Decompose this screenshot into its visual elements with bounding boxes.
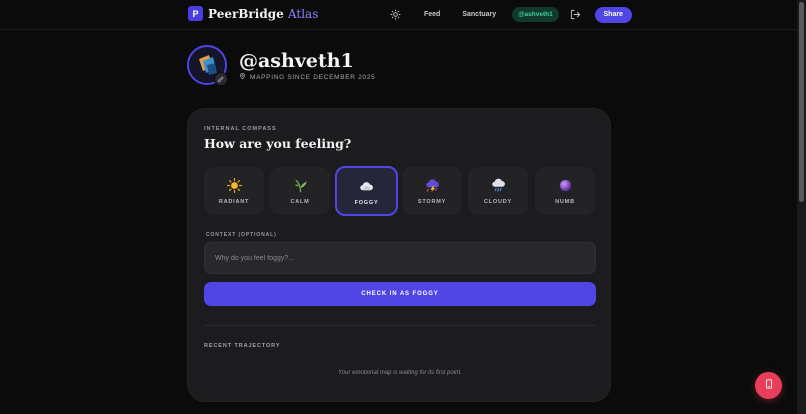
mood-foggy-button[interactable]: FOGGY: [335, 166, 398, 216]
card-title: How are you feeling?: [204, 136, 352, 151]
share-button[interactable]: Share: [594, 6, 632, 23]
mood-calm-button[interactable]: CALM: [270, 167, 330, 215]
sun-icon: [226, 178, 242, 193]
mood-label: NUMB: [555, 199, 575, 205]
mood-stormy-button[interactable]: STORMY: [402, 167, 462, 215]
context-input[interactable]: [204, 242, 596, 274]
section-divider: [204, 325, 596, 326]
top-bar: P PeerBridge Atlas Feed Sanctuary @ashve…: [0, 0, 797, 30]
nav-sanctuary-link[interactable]: Sanctuary: [462, 11, 496, 18]
check-in-button[interactable]: CHECK IN AS FOGGY: [204, 282, 596, 306]
brand-name: PeerBridge Atlas: [208, 7, 318, 21]
brand-name-primary: PeerBridge: [208, 6, 284, 21]
cloud-icon: [359, 179, 374, 194]
location-pin-icon: [239, 72, 246, 82]
purple-orb-icon: [558, 178, 573, 193]
emergency-phone-button[interactable]: [755, 372, 782, 399]
mood-label: STORMY: [417, 199, 447, 205]
rain-cloud-icon: [491, 178, 506, 193]
card-eyebrow: INTERNAL COMPASS: [204, 126, 277, 132]
mapping-since: MAPPING SINCE DECEMBER 2025: [239, 72, 375, 82]
mood-label: CALM: [290, 199, 310, 205]
mood-label: RADIANT: [218, 199, 250, 205]
mood-cloudy-button[interactable]: CLOUDY: [468, 167, 528, 215]
logout-icon[interactable]: [569, 8, 583, 22]
leaf-icon: [293, 178, 308, 193]
recent-trajectory-heading: RECENT TRAJECTORY: [204, 343, 281, 349]
nav-feed-link[interactable]: Feed: [424, 11, 440, 18]
page-scrollbar[interactable]: [797, 0, 806, 414]
mood-numb-button[interactable]: NUMB: [535, 167, 595, 215]
top-nav: Feed Sanctuary @ashveth1 Share: [388, 6, 632, 23]
avatar-edit-icon[interactable]: [214, 72, 228, 86]
context-label: CONTEXT (OPTIONAL): [206, 232, 277, 238]
mood-label: FOGGY: [354, 200, 379, 206]
scrollbar-thumb[interactable]: [799, 2, 804, 202]
logo-icon: P: [188, 6, 203, 21]
mood-radiant-button[interactable]: RADIANT: [204, 167, 264, 215]
sun-theme-toggle-icon[interactable]: [388, 8, 402, 22]
profile-handle: @ashveth1: [239, 50, 354, 72]
mood-label: CLOUDY: [483, 199, 513, 205]
mood-selector: RADIANT CALM FOGGY STORMY CLOUDY NUMB: [204, 166, 597, 216]
mapping-since-text: MAPPING SINCE DECEMBER 2025: [250, 73, 376, 81]
internal-compass-card: INTERNAL COMPASS How are you feeling? RA…: [187, 108, 611, 402]
user-profile-pill[interactable]: @ashveth1: [512, 7, 559, 22]
trajectory-empty-message: Your emotional map is waiting for its fi…: [338, 370, 462, 376]
phone-icon: [764, 377, 774, 395]
brand[interactable]: P PeerBridge Atlas: [188, 6, 318, 21]
brand-name-accent: Atlas: [287, 6, 319, 21]
storm-cloud-icon: [425, 178, 440, 193]
